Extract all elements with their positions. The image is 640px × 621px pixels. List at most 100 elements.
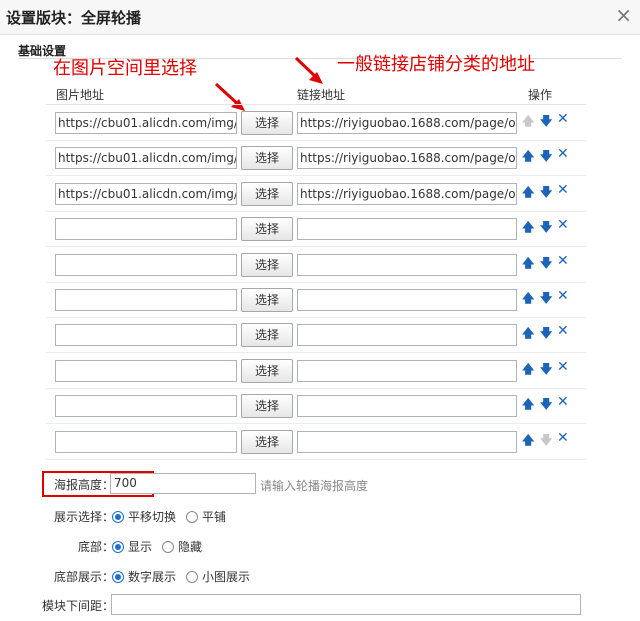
image-row: https://cbu01.alicdn.com/img/ibank选择http… — [46, 140, 586, 177]
bottom-display-label: 底部展示： — [54, 570, 115, 584]
radio-icon — [112, 510, 124, 523]
column-header-link: 链接地址 — [297, 88, 346, 102]
select-image-button[interactable]: 选择 — [241, 429, 293, 454]
up-arrow-icon[interactable]: 🡅 — [522, 326, 534, 340]
select-image-button[interactable]: 选择 — [241, 217, 293, 242]
down-arrow-icon[interactable]: 🡇 — [540, 149, 552, 163]
height-input[interactable]: 700 — [110, 473, 256, 494]
down-arrow-icon[interactable]: 🡇 — [540, 397, 552, 411]
image-url-input[interactable] — [55, 324, 237, 347]
up-arrow-icon[interactable]: 🡅 — [522, 256, 534, 270]
bottom-label: 底部： — [78, 540, 115, 554]
select-image-button[interactable]: 选择 — [241, 394, 293, 419]
link-url-input[interactable] — [297, 359, 517, 382]
delete-x-icon[interactable]: ✕ — [557, 431, 569, 445]
up-arrow-icon[interactable]: 🡅 — [522, 220, 534, 234]
up-arrow-icon[interactable]: 🡅 — [522, 397, 534, 411]
bottom-option-show[interactable]: 显示 — [112, 538, 152, 555]
link-url-input[interactable]: https://riyiguobao.1688.com/page/offerli… — [297, 147, 517, 170]
image-url-input[interactable] — [55, 253, 237, 276]
up-arrow-icon[interactable]: 🡅 — [522, 362, 534, 376]
radio-icon — [186, 510, 199, 523]
delete-x-icon[interactable]: ✕ — [557, 112, 569, 126]
link-url-input[interactable] — [297, 289, 517, 311]
link-url-input[interactable] — [297, 395, 517, 418]
link-url-input[interactable] — [297, 430, 517, 453]
delete-x-icon[interactable]: ✕ — [557, 324, 569, 338]
height-hint: 请输入轮播海报高度 — [260, 479, 369, 493]
image-row: https://cbu01.alicdn.com/img/ibank选择http… — [46, 105, 586, 141]
image-url-input[interactable] — [55, 359, 237, 382]
delete-x-icon[interactable]: ✕ — [557, 289, 569, 303]
down-arrow-icon: 🡇 — [540, 432, 553, 447]
up-arrow-icon[interactable]: 🡅 — [522, 433, 534, 447]
select-image-button[interactable]: 选择 — [241, 358, 293, 383]
link-url-input[interactable] — [297, 253, 517, 276]
down-arrow-icon[interactable]: 🡇 — [540, 220, 552, 234]
image-url-input[interactable] — [55, 218, 237, 241]
image-row: 选择 🡅 🡇 ✕ — [46, 247, 586, 283]
down-arrow-icon[interactable]: 🡇 — [540, 362, 552, 376]
delete-x-icon[interactable]: ✕ — [557, 360, 569, 374]
radio-icon — [186, 570, 199, 583]
image-row: 选择 🡅 🡇 ✕ — [46, 424, 586, 460]
dialog-titlebar: 设置版块：全屏轮播 × — [0, 0, 640, 35]
select-image-button[interactable]: 选择 — [241, 181, 293, 206]
radio-icon — [112, 570, 124, 583]
up-arrow-icon[interactable]: 🡅 — [522, 149, 534, 163]
dialog-title: 设置版块：全屏轮播 — [6, 9, 142, 27]
up-arrow-icon: 🡅 — [522, 114, 535, 128]
image-url-input[interactable]: https://cbu01.alicdn.com/img/ibank — [55, 147, 237, 170]
image-row: https://cbu01.alicdn.com/img/ibank选择http… — [46, 176, 586, 212]
delete-x-icon[interactable]: ✕ — [557, 395, 569, 409]
bottom-option-hide[interactable]: 隐藏 — [162, 538, 202, 555]
down-arrow-icon[interactable]: 🡇 — [540, 291, 552, 305]
height-label: 海报高度： — [54, 478, 115, 492]
delete-x-icon[interactable]: ✕ — [557, 218, 569, 232]
radio-icon — [162, 540, 175, 553]
down-arrow-icon[interactable]: 🡇 — [540, 326, 552, 340]
down-arrow-icon[interactable]: 🡇 — [540, 114, 552, 128]
annotation-category-link: 一般链接店铺分类的地址 — [337, 54, 535, 75]
margin-input[interactable] — [111, 594, 581, 615]
image-row: 选择 🡅 🡇 ✕ — [46, 211, 586, 248]
up-arrow-icon[interactable]: 🡅 — [522, 291, 534, 305]
image-url-input[interactable]: https://cbu01.alicdn.com/img/ibank — [55, 112, 237, 134]
bottom-display-option-number[interactable]: 数字展示 — [112, 568, 176, 585]
display-option-tile[interactable]: 平铺 — [186, 508, 226, 525]
down-arrow-icon[interactable]: 🡇 — [540, 256, 552, 270]
select-image-button[interactable]: 选择 — [241, 252, 293, 277]
image-row: 选择 🡅 🡇 ✕ — [46, 388, 586, 425]
annotation-image-space: 在图片空间里选择 — [53, 58, 197, 79]
select-image-button[interactable]: 选择 — [241, 323, 293, 348]
image-url-input[interactable] — [55, 395, 237, 418]
close-icon[interactable]: × — [615, 4, 632, 26]
down-arrow-icon[interactable]: 🡇 — [540, 185, 552, 199]
image-row: 选择 🡅 🡇 ✕ — [46, 353, 586, 389]
display-radio-group: 平移切换 平铺 — [112, 508, 236, 525]
delete-x-icon[interactable]: ✕ — [557, 254, 569, 268]
link-url-input[interactable] — [297, 218, 517, 241]
column-header-image: 图片地址 — [56, 88, 105, 102]
bottom-display-option-thumb[interactable]: 小图展示 — [186, 568, 250, 585]
bottom-radio-group: 显示 隐藏 — [112, 538, 212, 555]
image-url-input[interactable] — [55, 289, 237, 311]
select-image-button[interactable]: 选择 — [241, 288, 293, 312]
link-url-input[interactable]: https://riyiguobao.1688.com/page/offerli… — [297, 112, 517, 134]
delete-x-icon[interactable]: ✕ — [557, 147, 569, 161]
link-url-input[interactable]: https://riyiguobao.1688.com/page/offerli… — [297, 182, 517, 205]
image-url-input[interactable] — [55, 430, 237, 453]
link-url-input[interactable] — [297, 324, 517, 347]
display-option-slide[interactable]: 平移切换 — [112, 508, 176, 525]
display-label: 展示选择： — [54, 510, 115, 524]
image-row: 选择 🡅 🡇 ✕ — [46, 317, 586, 354]
margin-label: 模块下间距： — [42, 599, 115, 613]
image-row: 选择 🡅 🡇 ✕ — [46, 282, 586, 318]
annotation-arrow-right-icon — [294, 56, 323, 84]
image-url-input[interactable]: https://cbu01.alicdn.com/img/ibank — [55, 182, 237, 205]
select-image-button[interactable]: 选择 — [241, 111, 293, 135]
bottom-display-radio-group: 数字展示 小图展示 — [112, 568, 260, 585]
up-arrow-icon[interactable]: 🡅 — [522, 185, 534, 199]
select-image-button[interactable]: 选择 — [241, 146, 293, 171]
delete-x-icon[interactable]: ✕ — [557, 183, 569, 197]
